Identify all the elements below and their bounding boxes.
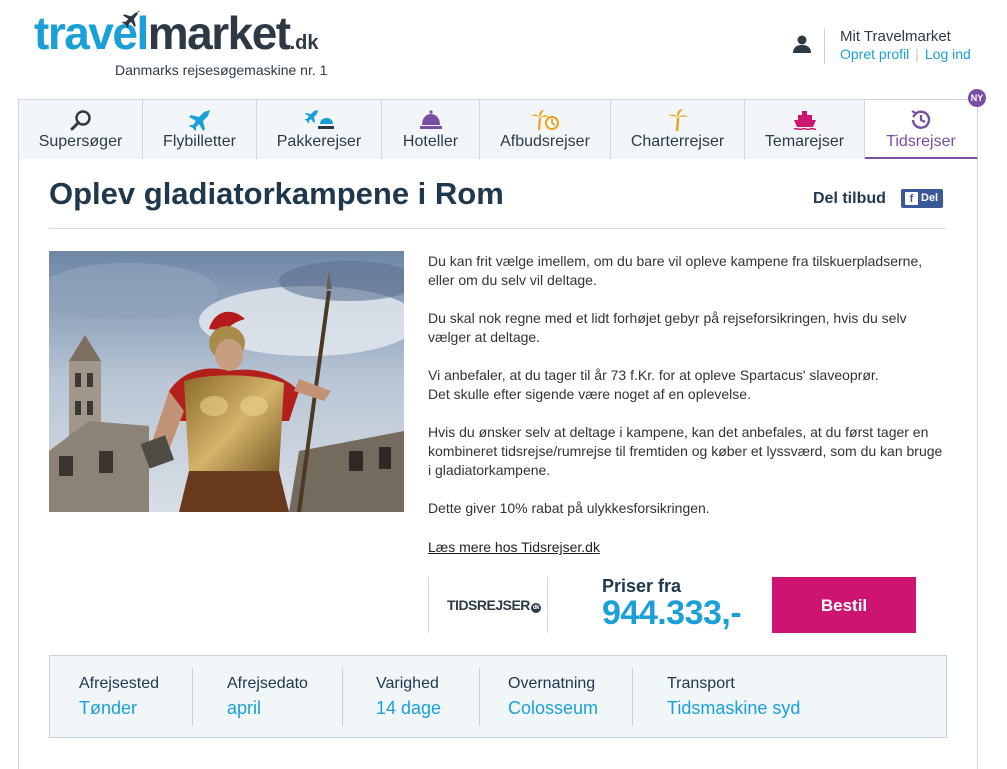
palm-clock-icon: [531, 110, 559, 131]
tab-temarejser[interactable]: Temarejser: [745, 100, 865, 160]
tab-charterrejser[interactable]: Charterrejser: [611, 100, 745, 160]
facebook-share-label: Del: [921, 192, 939, 204]
divider: [192, 668, 193, 726]
tab-label: Charterrejser: [630, 133, 725, 150]
fact-label: Afrejsested: [79, 675, 160, 692]
fact-value: 14 dage: [376, 698, 442, 718]
cruise-ship-icon: [793, 111, 816, 131]
description-paragraph: Du kan frit vælge imellem, om du bare vi…: [428, 253, 923, 288]
offer-description: Du kan frit vælge imellem, om du bare vi…: [428, 252, 948, 537]
tab-label: Supersøger: [38, 133, 123, 150]
create-profile-link[interactable]: Opret profil: [840, 46, 909, 62]
tab-supersoger[interactable]: Supersøger: [19, 100, 143, 160]
logo-plane-icon: [121, 10, 141, 29]
gladiator-photo: [49, 251, 404, 512]
hotel-bell-icon: [419, 110, 442, 129]
plane-icon: [188, 110, 210, 131]
fact-label: Varighed: [376, 675, 439, 692]
fact-value: Colosseum: [508, 698, 599, 718]
fact-label: Overnatning: [508, 675, 596, 692]
logo-wordmark: travelmarket.dk: [34, 7, 319, 59]
tidsrejser-logo: TIDSREJSER dk: [447, 597, 541, 613]
divider: [479, 668, 480, 726]
tab-label: Temarejser: [764, 133, 845, 150]
fact-value: Tidsmaskine syd: [667, 698, 801, 718]
description-paragraph: Du skal nok regne med et lidt forhøjet g…: [428, 310, 907, 345]
tab-hoteller[interactable]: Hoteller: [382, 100, 480, 160]
facebook-icon: f: [905, 192, 918, 205]
my-travelmarket-title: Mit Travelmarket: [840, 28, 951, 45]
tab-pakkerejser[interactable]: Pakkerejser: [257, 100, 382, 160]
account-divider: [824, 28, 825, 64]
category-tabs: Supersøger Flybilletter Pakkerejser Hote…: [18, 99, 978, 160]
time-travel-icon: [911, 110, 931, 129]
divider: [632, 668, 633, 726]
palm-icon: [667, 109, 688, 132]
divider: [342, 668, 343, 726]
fact-label: Afrejsedato: [227, 675, 308, 692]
user-icon[interactable]: [792, 34, 812, 54]
tab-afbudsrejser[interactable]: Afbudsrejser: [480, 100, 611, 160]
tab-label: Flybilletter: [163, 133, 236, 150]
trip-facts: Afrejsested Tønder Afrejsedato april Var…: [49, 655, 947, 738]
plane-beach-icon: [305, 110, 334, 129]
account-links: Opret profil | Log ind: [840, 46, 971, 62]
travelmarket-logo[interactable]: travelmarket.dk Danmarks rejsesøgemaskin…: [34, 7, 327, 78]
title-divider: [49, 228, 946, 229]
description-paragraph: Dette giver 10% rabat på ulykkesforsikri…: [428, 500, 710, 516]
tab-flybilletter[interactable]: Flybilletter: [143, 100, 257, 160]
share-label: Del tilbud: [813, 190, 886, 207]
search-icon: [70, 110, 91, 131]
tab-label: Pakkerejser: [276, 133, 362, 150]
new-badge: NY: [968, 89, 986, 107]
facebook-share-button[interactable]: f Del: [901, 189, 943, 208]
link-divider: |: [915, 46, 919, 62]
tab-tidsrejser[interactable]: Tidsrejser: [865, 100, 978, 160]
fact-label: Transport: [667, 675, 735, 692]
fact-value: april: [227, 698, 262, 718]
tab-label: Tidsrejser: [886, 133, 956, 150]
tab-label: Afbudsrejser: [500, 133, 590, 150]
description-paragraph: Hvis du ønsker selv at deltage i kampene…: [428, 424, 943, 478]
order-button[interactable]: Bestil: [772, 577, 916, 633]
price-value: 944.333,-: [602, 594, 742, 632]
fact-value: Tønder: [79, 698, 138, 718]
account-area: Mit Travelmarket Opret profil | Log ind: [792, 28, 992, 68]
partner-logo-suffix: dk: [530, 603, 541, 613]
tab-label: Hoteller: [402, 133, 459, 150]
offer-title: Oplev gladiatorkampene i Rom: [49, 176, 504, 211]
read-more-link[interactable]: Læs mere hos Tidsrejser.dk: [428, 539, 600, 555]
partner-logo-box[interactable]: TIDSREJSER dk: [428, 577, 548, 633]
logo-tagline: Danmarks rejsesøgemaskine nr. 1: [115, 62, 328, 78]
login-link[interactable]: Log ind: [925, 46, 971, 62]
description-paragraph: Vi anbefaler, at du tager til år 73 f.Kr…: [428, 367, 879, 402]
partner-logo-text: TIDSREJSER: [447, 597, 530, 613]
